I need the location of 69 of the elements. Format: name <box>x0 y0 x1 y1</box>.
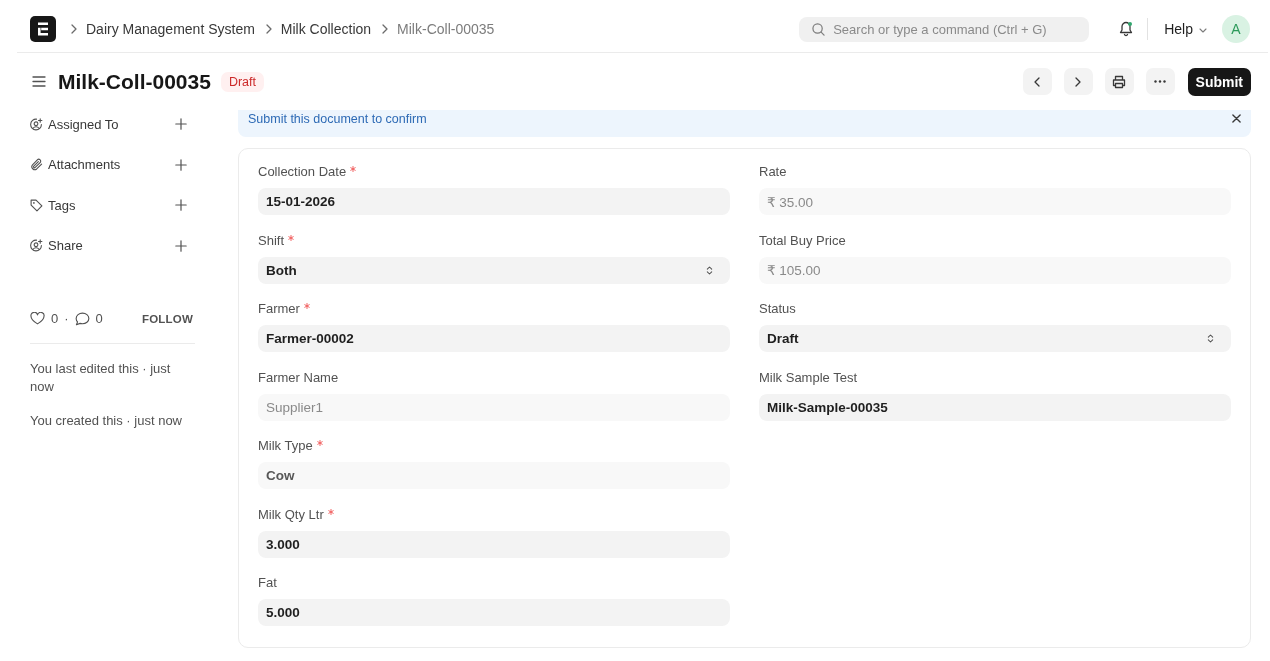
status-badge: Draft <box>220 71 264 92</box>
activity-text: You created this · just now <box>30 411 183 430</box>
search-icon <box>812 22 826 36</box>
field-label: Rate <box>759 164 787 180</box>
select-arrows-icon <box>1207 333 1214 344</box>
heart-icon[interactable] <box>30 312 45 325</box>
tag-icon <box>30 198 43 212</box>
sidebar-label: Tags <box>48 197 77 213</box>
follow-link[interactable]: FOLLOW <box>141 312 193 325</box>
sidebar-label: Attachments <box>48 157 122 172</box>
field-label: Total Buy Price <box>759 232 846 249</box>
field-label: Status <box>759 301 796 317</box>
alert-message: Submit this document to confirm <box>248 111 427 127</box>
bell-icon[interactable] <box>1119 21 1134 37</box>
sidebar-label: Assigned To <box>48 116 120 132</box>
close-icon[interactable] <box>1232 114 1241 123</box>
breadcrumb-link[interactable]: Milk-Coll-00035 <box>397 21 495 37</box>
input-field[interactable]: 15-01-2026 <box>258 188 730 215</box>
field-label: Milk Type <box>258 438 313 454</box>
input-field[interactable]: Farmer-00002 <box>258 325 730 352</box>
chevron-right-icon <box>265 24 272 34</box>
breadcrumb-link[interactable]: Dairy Management System <box>86 21 255 37</box>
field-label: Farmer <box>258 301 300 317</box>
input-field[interactable]: Milk-Sample-00035 <box>759 393 1231 421</box>
activity-text: You last edited this · just now <box>30 359 172 396</box>
paperclip-icon <box>30 158 43 171</box>
comment-icon[interactable] <box>74 311 90 326</box>
field-label: Collection Date <box>258 164 347 180</box>
input-field: Cow <box>258 462 730 489</box>
search-field[interactable]: Search or type a command (Ctrl + G) <box>799 16 1090 42</box>
print-button[interactable] <box>1104 68 1134 95</box>
select-arrows-icon <box>706 264 713 276</box>
field-label: Shift <box>258 232 284 249</box>
menu-icon[interactable] <box>32 76 46 87</box>
previous-button[interactable] <box>1022 68 1052 95</box>
next-button[interactable] <box>1063 68 1093 95</box>
separator-dot: · <box>64 311 69 326</box>
chevron-down-icon <box>1199 28 1207 33</box>
input-field: ₹ 35.00 <box>759 188 1231 215</box>
like-count: 0 <box>51 311 59 326</box>
field-label: Milk Sample Test <box>759 369 857 386</box>
page-title: Milk-Coll-00035 <box>58 69 211 94</box>
printer-icon <box>1112 74 1127 89</box>
plus-icon[interactable] <box>175 118 187 130</box>
breadcrumb-link[interactable]: Milk Collection <box>280 21 372 37</box>
plus-icon[interactable] <box>175 158 187 171</box>
user-add-icon <box>30 239 43 252</box>
input-field: ₹ 105.00 <box>759 256 1231 284</box>
plus-icon[interactable] <box>175 199 187 211</box>
sidebar-label: Share <box>48 238 84 253</box>
comment-count: 0 <box>95 311 103 326</box>
select-field[interactable]: Draft <box>759 325 1231 352</box>
chevron-left-icon <box>1034 76 1041 87</box>
input-field: Supplier1 <box>258 393 730 421</box>
plus-icon[interactable] <box>175 239 187 252</box>
user-add-icon <box>30 117 43 131</box>
logo-icon[interactable] <box>30 16 56 42</box>
chevron-right-icon <box>382 24 389 34</box>
submit-button[interactable]: Submit <box>1187 67 1251 96</box>
more-icon <box>1154 80 1167 83</box>
select-field[interactable]: Both <box>258 256 730 284</box>
field-label: Fat <box>258 575 277 591</box>
field-label: Milk Qty Ltr <box>258 506 324 523</box>
input-field[interactable]: 5.000 <box>258 599 730 626</box>
chevron-right-icon <box>71 24 77 34</box>
help-menu[interactable]: Help <box>1164 21 1207 37</box>
chevron-right-icon <box>1075 76 1082 87</box>
input-field[interactable]: 3.000 <box>258 530 730 558</box>
field-label: Farmer Name <box>258 369 339 386</box>
